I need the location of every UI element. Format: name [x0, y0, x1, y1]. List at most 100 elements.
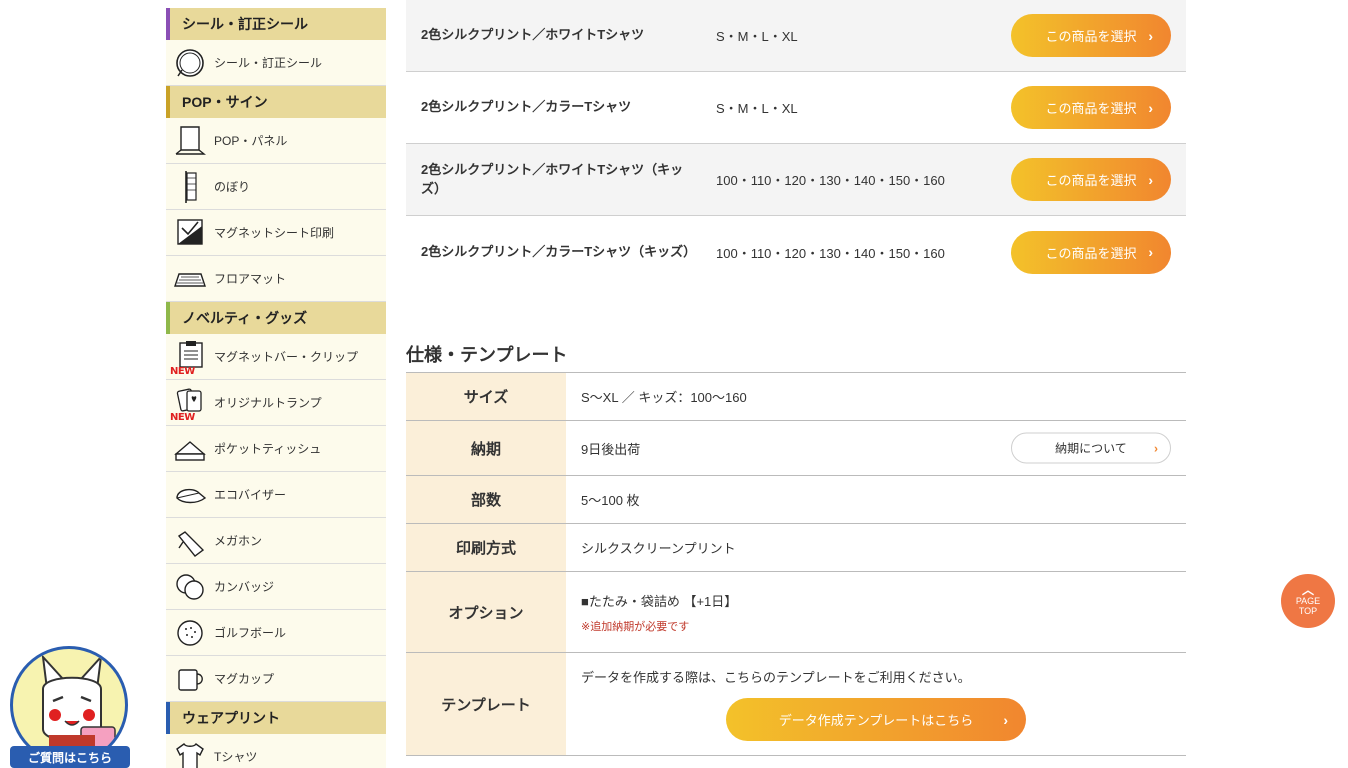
spec-row-size: サイズ S〜XL ／ キッズ：100〜160	[406, 373, 1186, 421]
button-label: 納期について	[1055, 441, 1127, 456]
spec-value: S〜XL ／ キッズ：100〜160	[581, 390, 747, 405]
chevron-right-icon: ›	[1148, 99, 1153, 116]
banner-flag-icon	[170, 167, 210, 207]
product-sizes: 100・110・120・130・140・150・160	[716, 173, 945, 188]
spec-row-quantity: 部数 5〜100 枚	[406, 476, 1186, 524]
button-label: この商品を選択	[1045, 173, 1137, 188]
select-product-button[interactable]: この商品を選択 ›	[1011, 230, 1171, 274]
sidebar-item-magnet-sheet[interactable]: マグネットシート印刷	[166, 210, 386, 256]
spec-value: シルクスクリーンプリント	[581, 541, 736, 556]
chevron-right-icon: ›	[1003, 711, 1008, 728]
new-badge: NEW	[170, 411, 195, 423]
product-name: 2色シルクプリント／ホワイトTシャツ（キッズ）	[421, 161, 684, 196]
table-row: 2色シルクプリント／ホワイトTシャツ（キッズ） 100・110・120・130・…	[406, 144, 1186, 216]
help-label: ご質問はこちら	[10, 746, 130, 768]
sidebar-item-sticker[interactable]: シール・訂正シール	[166, 40, 386, 86]
category-header-wear: ウェアプリント	[166, 702, 386, 734]
sidebar-item-label: カンバッジ	[214, 580, 275, 594]
sidebar-item-tshirt[interactable]: Tシャツ	[166, 734, 386, 768]
sidebar-item-label: メガホン	[214, 534, 263, 548]
mug-icon	[170, 659, 210, 699]
select-product-button[interactable]: この商品を選択 ›	[1011, 158, 1171, 201]
category-header-pop: POP・サイン	[166, 86, 386, 118]
magnet-sheet-icon	[170, 213, 210, 253]
chevron-right-icon: ›	[1148, 27, 1153, 44]
sidebar-item-pop-panel[interactable]: POP・パネル	[166, 118, 386, 164]
chevron-up-icon: ︿	[1301, 583, 1314, 598]
sidebar-item-golf-ball[interactable]: ゴルフボール	[166, 610, 386, 656]
chevron-right-icon: ›	[1148, 171, 1153, 188]
chevron-right-icon: ›	[1154, 441, 1158, 455]
chevron-right-icon: ›	[1148, 244, 1153, 260]
sidebar-item-label: マグネットシート印刷	[214, 226, 335, 240]
sidebar-item-label: のぼり	[214, 180, 251, 194]
delivery-info-button[interactable]: 納期について ›	[1011, 432, 1171, 464]
option-text: ■たたみ・袋詰め 【+1日】	[581, 593, 738, 609]
button-label: この商品を選択	[1045, 245, 1137, 261]
megaphone-icon	[170, 521, 210, 561]
table-row: 2色シルクプリント／カラーTシャツ（キッズ） 100・110・120・130・1…	[406, 216, 1186, 288]
help-widget[interactable]: ご質問はこちら	[8, 646, 132, 768]
spec-key: サイズ	[406, 373, 566, 420]
sidebar-item-mug[interactable]: マグカップ	[166, 656, 386, 702]
sidebar-item-label: POP・パネル	[214, 134, 288, 148]
sidebar-item-label: マグカップ	[214, 672, 275, 686]
product-sizes: S・M・L・XL	[716, 101, 798, 116]
spec-value: データを作成する際は、こちらのテンプレートをご利用ください。 データ作成テンプレ…	[566, 653, 1186, 755]
sidebar-item-magnet-clip[interactable]: NEW マグネットバー・クリップ	[166, 334, 386, 380]
sidebar-item-label: フロアマット	[214, 272, 287, 286]
table-row: 2色シルクプリント／ホワイトTシャツ S・M・L・XL この商品を選択 ›	[406, 0, 1186, 72]
template-download-button[interactable]: データ作成テンプレートはこちら ›	[726, 698, 1026, 741]
sidebar-item-floor-mat[interactable]: フロアマット	[166, 256, 386, 302]
select-product-button[interactable]: この商品を選択 ›	[1011, 86, 1171, 129]
sidebar-item-label: シール・訂正シール	[214, 56, 323, 70]
product-name: 2色シルクプリント／カラーTシャツ（キッズ）	[421, 243, 697, 259]
new-badge: NEW	[170, 365, 195, 377]
sidebar-item-playing-cards[interactable]: NEW オリジナルトランプ	[166, 380, 386, 426]
sidebar-item-pocket-tissue[interactable]: ポケットティッシュ	[166, 426, 386, 472]
spec-key: オプション	[406, 572, 566, 652]
spec-section-title: 仕様・テンプレート	[406, 345, 568, 365]
sidebar-item-nobori[interactable]: のぼり	[166, 164, 386, 210]
spec-value: 9日後出荷 納期について ›	[566, 421, 1186, 475]
golf-ball-icon	[170, 613, 210, 653]
spec-key: テンプレート	[406, 653, 566, 755]
sidebar-item-label: エコバイザー	[214, 488, 287, 502]
sidebar-item-can-badge[interactable]: カンバッジ	[166, 564, 386, 610]
delivery-value: 9日後出荷	[581, 441, 641, 457]
select-product-button[interactable]: この商品を選択 ›	[1011, 14, 1171, 57]
sticker-roll-icon	[170, 43, 210, 83]
page-top-button[interactable]: ︿ PAGE TOP	[1281, 574, 1335, 628]
page-top-label-1: PAGE	[1295, 596, 1321, 607]
sidebar-item-megaphone[interactable]: メガホン	[166, 518, 386, 564]
spec-key: 納期	[406, 421, 566, 475]
sidebar-item-eco-visor[interactable]: エコバイザー	[166, 472, 386, 518]
spec-row-delivery: 納期 9日後出荷 納期について ›	[406, 421, 1186, 476]
page-top-label-2: TOP	[1298, 606, 1318, 617]
product-sizes: 100・110・120・130・140・150・160	[716, 245, 945, 261]
tshirt-icon	[170, 737, 210, 768]
sidebar-item-label: オリジナルトランプ	[214, 396, 322, 410]
spec-table: サイズ S〜XL ／ キッズ：100〜160 納期 9日後出荷 納期について ›…	[406, 372, 1186, 756]
product-name: 2色シルクプリント／カラーTシャツ	[421, 99, 632, 115]
sidebar-item-label: ポケットティッシュ	[214, 442, 322, 456]
product-sizes: S・M・L・XL	[716, 29, 798, 44]
playing-cards-icon: NEW	[170, 383, 210, 423]
spec-value: ■たたみ・袋詰め 【+1日】 ※追加納期が必要です	[566, 572, 1186, 652]
spec-key: 印刷方式	[406, 524, 566, 571]
category-header-sticker: シール・訂正シール	[166, 8, 386, 40]
magnet-clip-icon: NEW	[170, 337, 210, 377]
sidebar-item-label: マグネットバー・クリップ	[214, 350, 359, 364]
sidebar-nav: シール・訂正シール シール・訂正シール POP・サイン POP・パネル のぼり …	[166, 8, 386, 768]
table-row: 2色シルクプリント／カラーTシャツ S・M・L・XL この商品を選択 ›	[406, 72, 1186, 144]
floor-mat-icon	[170, 259, 210, 299]
spec-row-option: オプション ■たたみ・袋詰め 【+1日】 ※追加納期が必要です	[406, 572, 1186, 653]
can-badge-icon	[170, 567, 210, 607]
option-note: ※追加納期が必要です	[581, 620, 690, 633]
pocket-tissue-icon	[170, 429, 210, 469]
pop-panel-icon	[170, 121, 210, 161]
button-label: この商品を選択	[1045, 29, 1137, 44]
product-table: 2色シルクプリント／ホワイトTシャツ S・M・L・XL この商品を選択 › 2色…	[406, 0, 1186, 288]
spec-row-template: テンプレート データを作成する際は、こちらのテンプレートをご利用ください。 デー…	[406, 653, 1186, 756]
button-label: データ作成テンプレートはこちら	[778, 713, 974, 728]
